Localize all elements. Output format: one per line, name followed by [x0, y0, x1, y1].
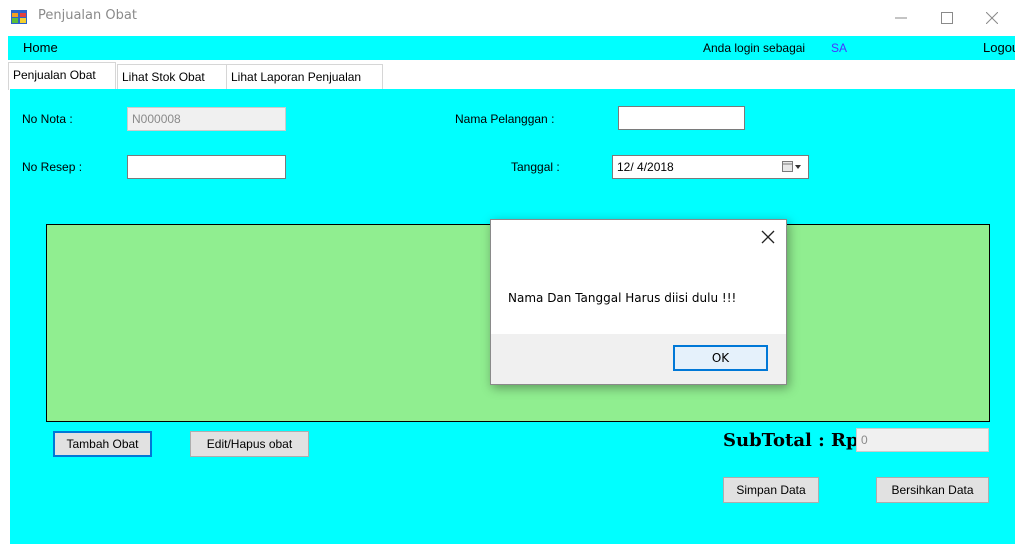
tab-penjualan-obat[interactable]: Penjualan Obat [8, 62, 116, 90]
tab-lihat-laporan-penjualan[interactable]: Lihat Laporan Penjualan [226, 64, 383, 89]
login-user: SA [831, 41, 848, 55]
no-nota-label: No Nota : [22, 112, 73, 126]
bersihkan-data-button[interactable]: Bersihkan Data [876, 477, 989, 503]
edit-hapus-obat-button[interactable]: Edit/Hapus obat [190, 431, 309, 457]
menu-logout[interactable]: Logout [983, 40, 1015, 55]
dialog-footer: OK [491, 334, 786, 384]
tab-strip: Penjualan Obat Lihat Stok Obat Lihat Lap… [8, 60, 1015, 90]
minimize-button[interactable] [878, 0, 924, 36]
menu-bar: Home Anda login sebagai SA Logout [8, 36, 1015, 60]
dialog-close-button[interactable] [759, 228, 777, 246]
maximize-icon [941, 12, 953, 24]
nama-pelanggan-field[interactable] [618, 106, 745, 130]
nama-pelanggan-label: Nama Pelanggan : [455, 112, 555, 126]
message-dialog: Nama Dan Tanggal Harus diisi dulu !!! OK [490, 219, 787, 385]
simpan-data-button[interactable]: Simpan Data [723, 477, 819, 503]
tanggal-value: 12/ 4/2018 [617, 160, 674, 174]
calendar-dropdown-icon[interactable] [782, 161, 802, 173]
menu-home[interactable]: Home [23, 40, 58, 55]
login-label: Anda login sebagai [703, 41, 806, 55]
maximize-button[interactable] [924, 0, 970, 36]
tab-lihat-stok-obat[interactable]: Lihat Stok Obat [117, 64, 227, 89]
no-resep-field[interactable] [127, 155, 286, 179]
no-nota-field[interactable]: N000008 [127, 107, 286, 131]
ok-button[interactable]: OK [673, 345, 768, 371]
subtotal-label: SubTotal : Rp [723, 430, 859, 451]
close-icon [761, 230, 775, 244]
app-form-icon [11, 10, 27, 24]
close-icon [986, 12, 998, 24]
window-title: Penjualan Obat [38, 8, 137, 23]
dialog-message: Nama Dan Tanggal Harus diisi dulu !!! [508, 291, 737, 305]
close-window-button[interactable] [969, 0, 1015, 36]
tambah-obat-button[interactable]: Tambah Obat [53, 431, 152, 457]
tanggal-label: Tanggal : [511, 160, 560, 174]
subtotal-field[interactable]: 0 [856, 428, 989, 452]
minimize-icon [895, 17, 907, 19]
title-bar: Penjualan Obat [0, 0, 1015, 36]
tanggal-datepicker[interactable]: 12/ 4/2018 [612, 155, 809, 179]
no-resep-label: No Resep : [22, 160, 83, 174]
